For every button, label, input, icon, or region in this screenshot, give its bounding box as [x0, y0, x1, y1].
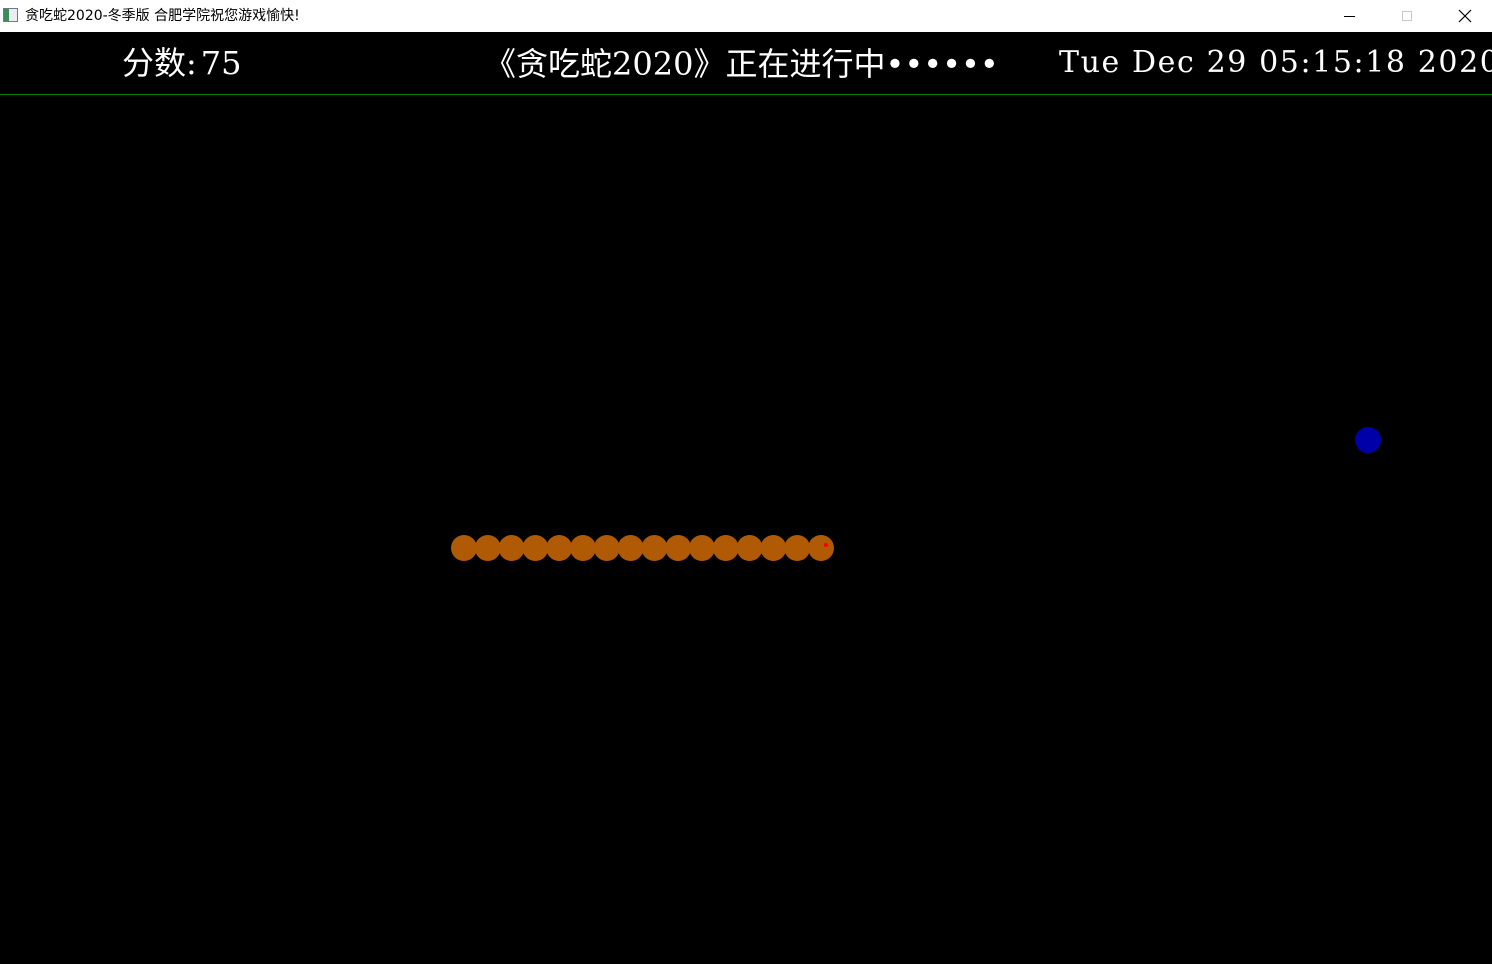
window-title: 贪吃蛇2020-冬季版 合肥学院祝您游戏愉快!: [25, 8, 300, 24]
snake-segment: [760, 535, 787, 561]
snake-segment: [617, 535, 644, 561]
maximize-icon: [1402, 11, 1412, 21]
minimize-button[interactable]: [1320, 0, 1378, 32]
app-icon: [3, 8, 18, 22]
snake-segment: [451, 535, 477, 561]
snake-segment: [570, 535, 596, 561]
title-bar[interactable]: 贪吃蛇2020-冬季版 合肥学院祝您游戏愉快!: [0, 0, 1492, 32]
snake-segment: [712, 535, 739, 561]
close-button[interactable]: [1436, 0, 1492, 32]
snake-segment: [522, 535, 549, 561]
snake: [451, 535, 834, 561]
snake-head: [808, 535, 834, 561]
snake-segment: [593, 535, 620, 561]
snake-segment: [689, 535, 715, 561]
game-canvas[interactable]: 分数: 75 《贪吃蛇2020》正在进行中•••••• Tue Dec 29 05…: [0, 32, 1492, 964]
food-pellet: [1355, 427, 1381, 453]
snake-segment: [498, 535, 525, 561]
game-window: 贪吃蛇2020-冬季版 合肥学院祝您游戏愉快! 分数: 75 《贪吃蛇2020》正…: [0, 0, 1492, 964]
snake-segment: [641, 535, 668, 561]
snake-segment: [665, 535, 692, 561]
snake-segment: [546, 535, 573, 561]
minimize-icon: [1343, 15, 1355, 17]
play-field: [451, 427, 1381, 561]
close-icon: [1458, 9, 1472, 23]
snake-segment: [736, 535, 763, 561]
snake-eye: [823, 542, 829, 548]
snake-segment: [474, 535, 501, 561]
snake-segment: [784, 535, 811, 561]
maximize-button[interactable]: [1378, 0, 1436, 32]
